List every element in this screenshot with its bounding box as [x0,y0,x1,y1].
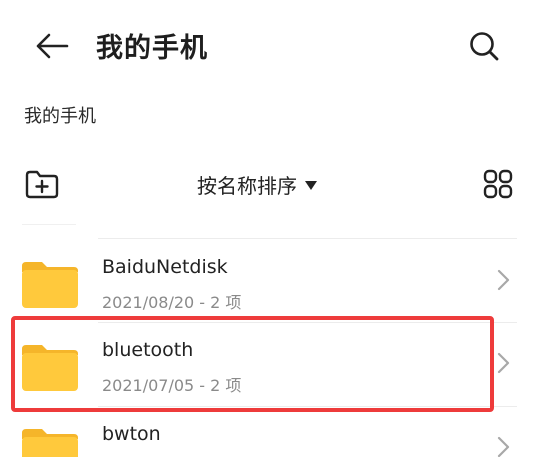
arrow-left-icon [36,33,69,59]
grid-view-button[interactable] [478,164,518,204]
new-folder-button[interactable] [22,166,62,202]
chevron-right-icon [497,352,510,374]
list-divider [22,224,76,225]
file-name: BaiduNetdisk [102,256,228,278]
highlight-box [11,316,494,412]
list-item[interactable]: BaiduNetdisk 2021/08/20 - 2 项 [0,240,539,322]
sort-label: 按名称排序 [197,174,297,198]
search-icon [470,32,499,61]
search-button[interactable] [462,24,506,68]
breadcrumb[interactable]: 我的手机 [24,102,96,128]
folder-icon [22,262,78,308]
list-divider [98,238,517,239]
page-title: 我的手机 [96,33,208,64]
new-folder-icon [25,170,59,199]
grid-view-icon [483,169,513,199]
file-name: bwton [102,423,161,445]
list-item[interactable]: bwton [0,407,539,457]
chevron-right-icon [497,269,510,291]
caret-down-icon [305,181,317,190]
back-button[interactable] [30,26,74,66]
sort-dropdown[interactable]: 按名称排序 [197,170,317,199]
file-meta: 2021/08/20 - 2 项 [102,293,242,312]
folder-icon [22,429,78,457]
chevron-right-icon [497,436,510,457]
